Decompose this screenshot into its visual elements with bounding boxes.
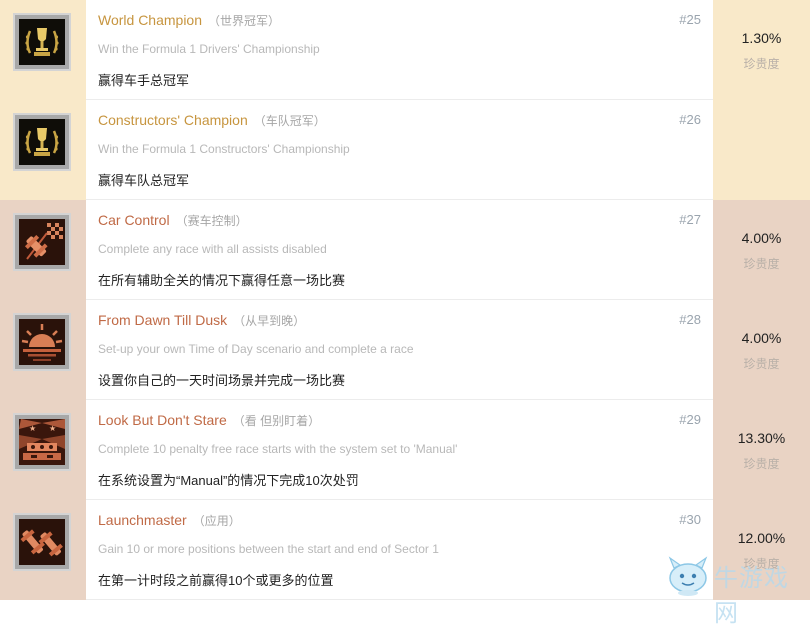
rarity-label: 珍贵度 [743, 457, 780, 471]
icon-band [0, 0, 86, 100]
rarity-label: 珍贵度 [743, 257, 780, 271]
icon-band [0, 300, 86, 400]
rarity-label: 珍贵度 [743, 57, 780, 71]
achievement-description-cn: 在所有辅助全关的情况下赢得任意一场比赛 [98, 273, 346, 288]
race-cars-icon [19, 519, 65, 565]
achievement-details: Look But Don't Stare （看 但别盯着） #29 Complete … [86, 400, 713, 500]
achievement-icon-frame [13, 13, 71, 71]
rarity-panel: 1.30% 珍贵度 [713, 0, 810, 100]
achievement-description-cn: 设置你自己的一天时间场景并完成一场比赛 [98, 373, 346, 388]
watermark: 牛游戏网 [664, 552, 810, 627]
achievement-icon-frame [13, 213, 71, 271]
achievement-row: World Champion （世界冠军） #25 Win the Formula 1… [0, 0, 810, 100]
achievement-icon-frame [13, 513, 71, 571]
achievement-cn-title: （赛车控制） [175, 214, 248, 228]
rarity-percent: 12.00% [737, 530, 786, 546]
watermark-text: 牛游戏网 [714, 565, 789, 627]
rarity-panel: 4.00% 珍贵度 [713, 300, 810, 400]
achievement-row: Constructors' Champion （车队冠军） #26 Win the F… [0, 100, 810, 200]
achievement-description-en: Win the Formula 1 Constructors' Champion… [98, 142, 350, 156]
achievement-number: #27 [679, 212, 701, 227]
achievement-cn-title: （从早到晚） [233, 314, 306, 328]
achievement-description-cn: 赢得车手总冠军 [98, 73, 190, 88]
sunset-icon [19, 319, 65, 365]
rarity-panel: 4.00% 珍贵度 [713, 200, 810, 300]
achievement-number: #30 [679, 512, 701, 527]
achievement-description-en: Complete 10 penalty free race starts wit… [98, 442, 458, 456]
car-checkered-flag-icon [19, 219, 65, 265]
rarity-label: 珍贵度 [743, 357, 780, 371]
achievement-details: Car Control （赛车控制） #27 Complete any race wi… [86, 200, 713, 300]
achievement-title: From Dawn Till Dusk [98, 312, 228, 328]
achievement-title: Constructors' Champion [98, 112, 248, 128]
achievement-number: #25 [679, 12, 701, 27]
achievement-cn-title: （看 但别盯着） [232, 414, 321, 428]
icon-band: ★ ★ [0, 400, 86, 500]
achievement-number: #28 [679, 312, 701, 327]
achievement-row: From Dawn Till Dusk （从早到晚） #28 Set-up your … [0, 300, 810, 400]
icon-band [0, 100, 86, 200]
svg-text:★: ★ [29, 424, 36, 433]
achievement-description-cn: 赢得车队总冠军 [98, 173, 190, 188]
achievement-cn-title: （世界冠军） [208, 14, 281, 28]
rarity-percent: 13.30% [737, 430, 786, 446]
achievement-number: #29 [679, 412, 701, 427]
achievement-description-cn: 在系统设置为“Manual”的情况下完成10次处罚 [98, 473, 359, 488]
achievement-row: Car Control （赛车控制） #27 Complete any race wi… [0, 200, 810, 300]
achievement-icon-frame [13, 313, 71, 371]
rarity-percent: 4.00% [741, 330, 782, 346]
achievement-title: Car Control [98, 212, 170, 228]
svg-text:★: ★ [49, 424, 56, 433]
start-lights-icon: ★ ★ [19, 419, 65, 465]
achievement-icon-frame: ★ ★ [13, 413, 71, 471]
achievement-details: Launchmaster （应用） #30 Gain 10 or more posit… [86, 500, 713, 600]
achievement-title: World Champion [98, 12, 203, 28]
icon-band [0, 200, 86, 300]
achievement-row: ★ ★ Look But Don't Stare （看 但别盯着） #29 Complet… [0, 400, 810, 500]
mascot-icon [668, 556, 708, 596]
trophy-wreath-icon [19, 119, 65, 165]
rarity-panel: 13.30% 珍贵度 [713, 400, 810, 500]
rarity-percent: 4.00% [741, 230, 782, 246]
achievement-title: Launchmaster [98, 512, 187, 528]
achievement-description-en: Gain 10 or more positions between the st… [98, 542, 439, 556]
achievement-details: World Champion （世界冠军） #25 Win the Formula 1… [86, 0, 713, 100]
achievement-icon-frame [13, 113, 71, 171]
achievement-details: From Dawn Till Dusk （从早到晚） #28 Set-up your … [86, 300, 713, 400]
achievement-description-en: Win the Formula 1 Drivers' Championship [98, 42, 320, 56]
achievement-cn-title: （车队冠军） [253, 114, 326, 128]
achievement-cn-title: （应用） [192, 514, 241, 528]
achievement-number: #26 [679, 112, 701, 127]
rarity-panel [713, 100, 810, 200]
achievement-details: Constructors' Champion （车队冠军） #26 Win the F… [86, 100, 713, 200]
achievement-title: Look But Don't Stare [98, 412, 227, 428]
icon-band [0, 500, 86, 600]
achievement-description-en: Complete any race with all assists disab… [98, 242, 327, 256]
achievement-description-cn: 在第一计时段之前赢得10个或更多的位置 [98, 573, 334, 588]
trophy-wreath-icon [19, 19, 65, 65]
achievement-list: World Champion （世界冠军） #25 Win the Formula 1… [0, 0, 810, 600]
achievement-description-en: Set-up your own Time of Day scenario and… [98, 342, 414, 356]
rarity-percent: 1.30% [741, 30, 782, 46]
